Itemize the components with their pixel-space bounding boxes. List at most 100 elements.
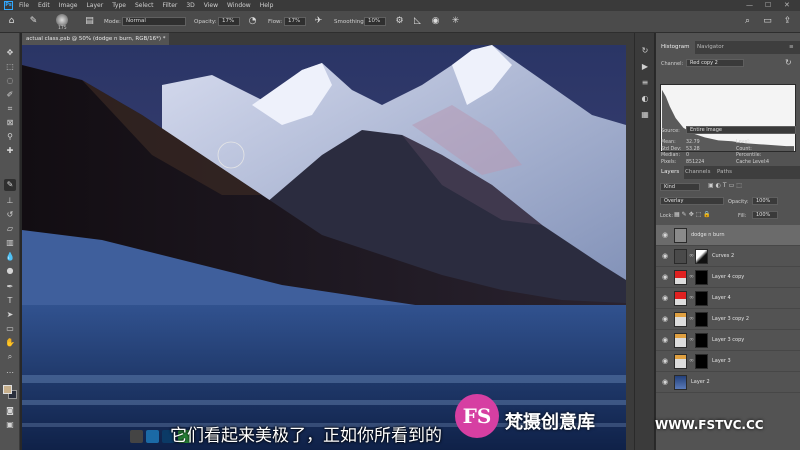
quick-select-icon[interactable]: ✐ [4,89,16,101]
swatches-icon[interactable]: ▦ [639,109,651,121]
menu-view[interactable]: View [204,2,218,9]
blend-mode-select[interactable]: Overlay [660,197,724,205]
adjustments-icon[interactable]: ◐ [639,93,651,105]
mask-link-icon[interactable]: ∞ [689,336,694,343]
properties-icon[interactable]: ≡ [639,77,651,89]
eyedropper-icon[interactable]: ⚲ [4,131,16,143]
shape-icon[interactable]: ▭ [4,323,16,335]
lock-icons[interactable]: ▦✎✥⬚🔒 [674,211,713,218]
menu-window[interactable]: Window [227,2,251,9]
healing-icon[interactable]: ✚ [4,145,16,157]
panel-menu-icon[interactable]: ≡ [784,41,799,54]
visibility-eye-icon[interactable]: ◉ [661,231,669,239]
visibility-eye-icon[interactable]: ◉ [661,294,669,302]
smoothing-gear-icon[interactable]: ⚙ [394,16,405,27]
hand-icon[interactable]: ✋ [4,337,16,349]
layer-mask-thumbnail[interactable] [695,249,708,264]
more-tools-icon[interactable]: ⋯ [4,367,16,379]
dodge-icon[interactable]: ● [4,265,16,277]
brush-preset-icon[interactable]: ✎ [28,16,39,27]
visibility-eye-icon[interactable]: ◉ [661,357,669,365]
menu-3d[interactable]: 3D [186,2,194,9]
history-brush-icon[interactable]: ↺ [4,209,16,221]
menu-edit[interactable]: Edit [38,2,50,9]
move-icon[interactable]: ✥ [4,47,16,59]
mask-link-icon[interactable]: ∞ [689,294,694,301]
menu-select[interactable]: Select [135,2,154,9]
layer-mask-thumbnail[interactable] [695,291,708,306]
symmetry-icon[interactable]: ✳ [450,16,461,27]
minimize-button[interactable]: — [746,1,753,9]
lasso-icon[interactable]: ◌ [4,75,16,87]
mode-select[interactable]: Normal [122,17,186,26]
share-icon[interactable]: ⇪ [782,16,793,27]
pressure-opacity-icon[interactable]: ◔ [247,16,258,27]
channel-select[interactable]: Red copy 2 [686,59,744,67]
layer-mask-thumbnail[interactable] [695,270,708,285]
zoom-icon[interactable]: ⌕ [4,351,16,363]
visibility-eye-icon[interactable]: ◉ [661,252,669,260]
brush-icon[interactable]: ✎ [4,179,16,191]
close-button[interactable]: ✕ [784,1,790,9]
tab-navigator[interactable]: Navigator [692,41,729,54]
document-tab[interactable]: actual class.psb @ 50% (dodge n burn, RG… [22,33,170,45]
tab-channels[interactable]: Channels [680,166,715,179]
menu-image[interactable]: Image [59,2,78,9]
mask-link-icon[interactable]: ∞ [689,252,694,259]
smoothing-input[interactable]: 10% [364,17,386,26]
tab-paths[interactable]: Paths [712,166,737,179]
refresh-icon[interactable]: ↻ [785,58,792,67]
menu-type[interactable]: Type [112,2,126,9]
layer-opacity-input[interactable]: 100% [752,197,778,205]
path-select-icon[interactable]: ➤ [4,309,16,321]
layer-row[interactable]: ◉ ∞ Curves 2 [656,246,800,267]
opacity-input[interactable]: 17% [218,17,240,26]
flow-input[interactable]: 17% [284,17,306,26]
layer-mask-thumbnail[interactable] [695,312,708,327]
mask-link-icon[interactable]: ∞ [689,315,694,322]
maximize-button[interactable]: ☐ [765,1,771,9]
menu-filter[interactable]: Filter [163,2,178,9]
search-icon[interactable]: ⌕ [742,16,753,27]
tab-histogram[interactable]: Histogram [656,41,695,54]
eraser-icon[interactable]: ▱ [4,223,16,235]
layer-row[interactable]: ◉ ∞ Layer 4 copy [656,267,800,288]
layer-filter-icons[interactable]: ▣◐T▭⬚ [708,182,744,189]
history-icon[interactable]: ↻ [639,45,651,57]
brush-tip-preview[interactable] [56,14,68,26]
fill-input[interactable]: 100% [752,211,778,219]
layer-row[interactable]: ◉ Layer 2 [656,372,800,393]
layer-row[interactable]: ◉ ∞ Layer 3 [656,351,800,372]
menu-layer[interactable]: Layer [86,2,103,9]
actions-icon[interactable]: ▶ [639,61,651,73]
stamp-icon[interactable]: ⊥ [4,195,16,207]
layer-row[interactable]: ◉ ∞ Layer 3 copy [656,330,800,351]
pressure-size-icon[interactable]: ◉ [430,16,441,27]
marquee-icon[interactable]: ⬚ [4,61,16,73]
visibility-eye-icon[interactable]: ◉ [661,378,669,386]
crop-icon[interactable]: ⌗ [4,103,16,115]
home-icon[interactable]: ⌂ [6,16,17,27]
layer-mask-thumbnail[interactable] [695,333,708,348]
airbrush-icon[interactable]: ✈ [313,16,324,27]
layer-filter-select[interactable]: Kind [660,183,700,191]
blur-icon[interactable]: 💧 [4,251,16,263]
frame-icon[interactable]: ⊠ [4,117,16,129]
mask-link-icon[interactable]: ∞ [689,273,694,280]
visibility-eye-icon[interactable]: ◉ [661,336,669,344]
visibility-eye-icon[interactable]: ◉ [661,315,669,323]
layer-mask-thumbnail[interactable] [695,354,708,369]
source-select[interactable]: Entire Image [686,126,796,134]
screen-mode-icon[interactable]: ▣ [4,419,16,431]
visibility-eye-icon[interactable]: ◉ [661,273,669,281]
brush-settings-icon[interactable]: ▤ [84,16,95,27]
layer-row[interactable]: ◉ dodge n burn [656,225,800,246]
quick-mask-icon[interactable]: ◙ [4,405,16,417]
pen-icon[interactable]: ✒ [4,281,16,293]
foreground-color-swatch[interactable] [3,385,12,394]
menu-file[interactable]: File [19,2,29,9]
angle-icon[interactable]: ◺ [412,16,423,27]
layer-row[interactable]: ◉ ∞ Layer 3 copy 2 [656,309,800,330]
image-canvas[interactable] [22,45,626,450]
workspace-icon[interactable]: ▭ [762,16,773,27]
